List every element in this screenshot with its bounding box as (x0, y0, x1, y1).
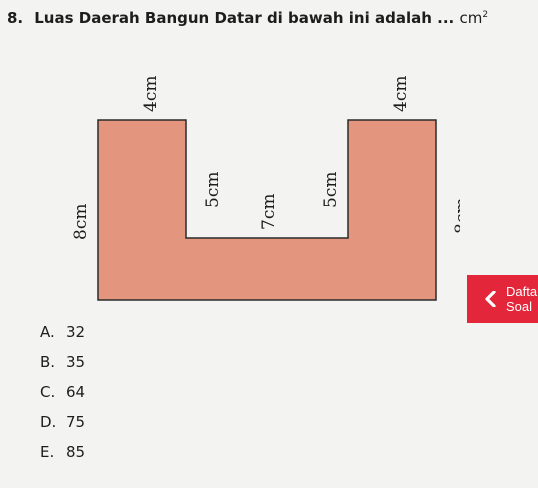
chevron-left-icon (485, 291, 496, 307)
question-body: Luas Daerah Bangun Datar di bawah ini ad… (34, 9, 455, 27)
answer-options: A. 32 B. 35 C. 64 D. 75 E. 85 (40, 322, 85, 472)
label-left-top-width: 4cm (141, 76, 161, 112)
label-left-height: 8cm (71, 204, 91, 240)
option-value: 32 (66, 323, 86, 341)
daftar-soal-label: Dafta Soal (506, 284, 537, 314)
daftar-soal-line1: Dafta (506, 284, 538, 299)
option-letter: D. (40, 413, 57, 431)
label-inner-width: 7cm (259, 194, 279, 230)
option-b[interactable]: B. 35 (40, 352, 85, 382)
daftar-soal-button[interactable]: Dafta Soal (467, 275, 538, 323)
option-value: 35 (66, 353, 86, 371)
option-e[interactable]: E. 85 (40, 442, 85, 472)
option-value: 64 (66, 383, 86, 401)
option-value: 75 (66, 413, 86, 431)
label-right-top-width: 4cm (391, 76, 411, 112)
label-right-height: 8cm (452, 198, 460, 234)
question-unit-power: 2 (482, 10, 489, 20)
option-d[interactable]: D. 75 (40, 412, 85, 442)
question-unit: cm (459, 9, 483, 27)
daftar-soal-line2: Soal (506, 299, 533, 314)
question-number: 8. (7, 9, 24, 27)
option-letter: E. (40, 443, 55, 461)
option-letter: A. (40, 323, 55, 341)
option-letter: B. (40, 353, 56, 371)
option-c[interactable]: C. 64 (40, 382, 85, 412)
option-a[interactable]: A. 32 (40, 322, 85, 352)
u-shape-svg: 4cm 4cm 8cm 8cm 5cm 5cm 7cm (71, 76, 460, 301)
u-shape-figure: 4cm 4cm 8cm 8cm 5cm 5cm 7cm (60, 52, 460, 312)
option-letter: C. (40, 383, 56, 401)
question-text: 8. Luas Daerah Bangun Datar di bawah ini… (7, 9, 532, 27)
option-value: 85 (66, 443, 86, 461)
label-inner-left-height: 5cm (203, 172, 223, 208)
label-inner-right-height: 5cm (321, 172, 341, 208)
